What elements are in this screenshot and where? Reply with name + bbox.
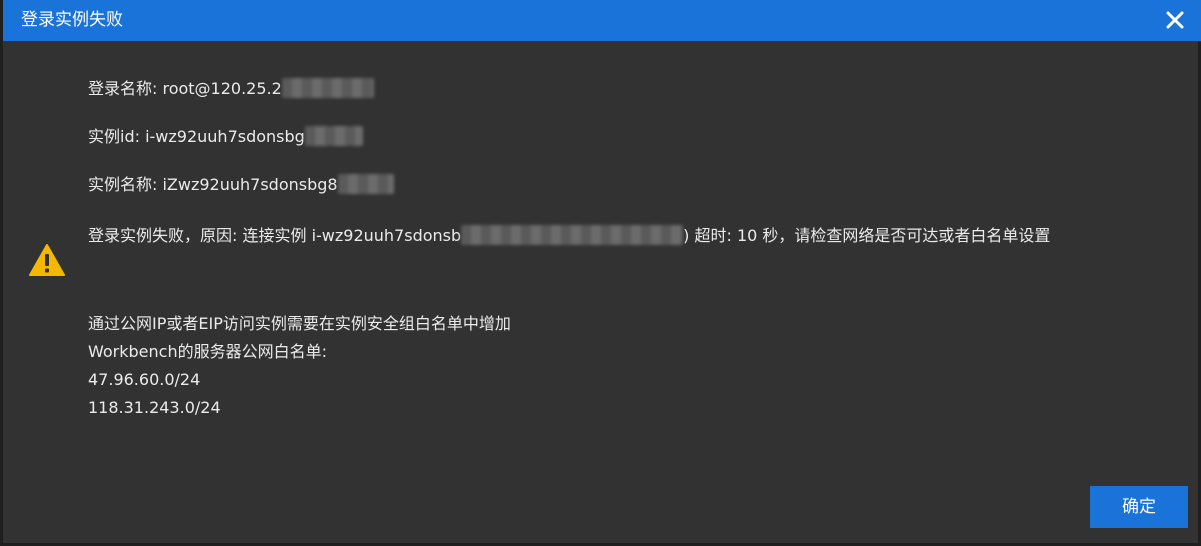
confirm-button[interactable]: 确定 <box>1090 486 1188 528</box>
dialog-titlebar: 登录实例失败 <box>3 0 1201 41</box>
instance-id-line: 实例id: i-wz92uuh7sdonsbg <box>88 126 363 148</box>
error-suffix: ) 超时: 10 秒，请检查网络是否可达或者白名单设置 <box>683 226 1051 245</box>
redaction-mask <box>304 126 363 146</box>
redaction-mask <box>461 225 684 245</box>
login-name-line: 登录名称: root@120.25.2 <box>88 78 374 100</box>
instance-name-line: 实例名称: iZwz92uuh7sdonsbg8 <box>88 174 394 196</box>
whitelist-ip-2: 118.31.243.0/24 <box>88 398 221 417</box>
instance-name-text: 实例名称: iZwz92uuh7sdonsbg8 <box>88 175 338 194</box>
redaction-mask <box>281 78 374 98</box>
close-icon[interactable] <box>1165 10 1185 30</box>
redaction-mask <box>337 174 394 194</box>
warning-triangle-icon <box>28 243 66 277</box>
instance-id-text: 实例id: i-wz92uuh7sdonsbg <box>88 127 305 146</box>
dialog-title: 登录实例失败 <box>21 10 123 30</box>
login-failed-dialog: 登录实例失败 登录名称: root@120.25.2 实例id: i-wz92u… <box>0 0 1201 546</box>
error-prefix: 登录实例失败，原因: 连接实例 i-wz92uuh7sdonsb <box>88 226 462 245</box>
hint-line-1: 通过公网IP或者EIP访问实例需要在实例安全组白名单中增加 <box>88 314 511 333</box>
whitelist-hint: 通过公网IP或者EIP访问实例需要在实例安全组白名单中增加 Workbench的… <box>88 310 511 422</box>
hint-line-2: Workbench的服务器公网白名单: <box>88 342 327 361</box>
error-reason-text: 登录实例失败，原因: 连接实例 i-wz92uuh7sdonsb ) 超时: 10… <box>88 221 1166 251</box>
login-name-text: 登录名称: root@120.25.2 <box>88 79 282 98</box>
whitelist-ip-1: 47.96.60.0/24 <box>88 370 201 389</box>
